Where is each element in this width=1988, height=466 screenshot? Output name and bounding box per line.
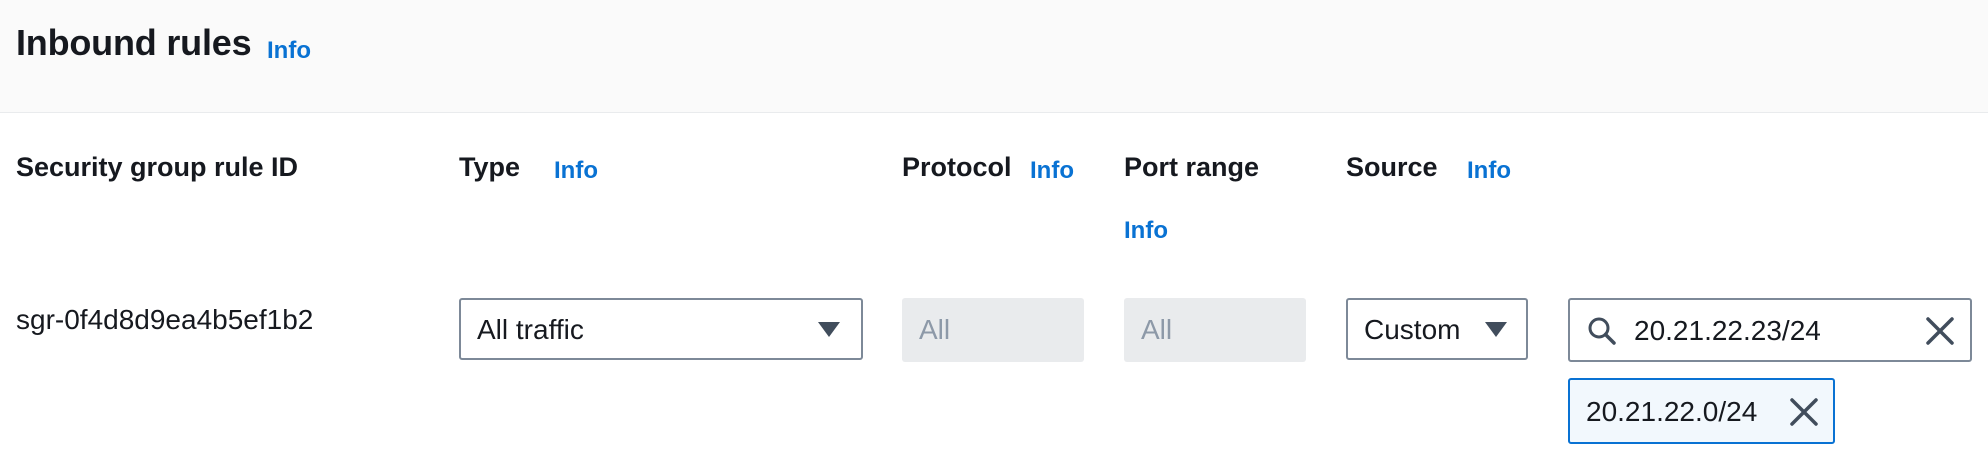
caret-down-icon — [1485, 322, 1507, 337]
type-info-link[interactable]: Info — [554, 157, 598, 185]
security-group-rule-id: sgr-0f4d8d9ea4b5ef1b2 — [16, 304, 314, 335]
source-type-value: Custom — [1364, 314, 1461, 345]
source-type-select[interactable]: Custom — [1346, 298, 1528, 360]
section-info-link[interactable]: Info — [267, 37, 311, 65]
port-range-info-link[interactable]: Info — [1124, 217, 1168, 245]
protocol-field: All — [902, 298, 1084, 362]
column-header-protocol: Protocol — [902, 152, 1012, 182]
column-header-port-range: Port range — [1124, 152, 1260, 182]
section-title: Inbound rules — [16, 22, 252, 63]
source-search-input[interactable]: 20.21.22.23/24 — [1568, 298, 1972, 362]
source-token-label: 20.21.22.0/24 — [1586, 396, 1758, 427]
type-select-value: All traffic — [477, 314, 584, 345]
source-info-link[interactable]: Info — [1467, 157, 1511, 185]
search-icon — [1588, 317, 1616, 345]
source-token: 20.21.22.0/24 — [1568, 378, 1835, 444]
port-range-field: All — [1124, 298, 1306, 362]
close-icon[interactable] — [1924, 315, 1956, 347]
column-header-rule-id: Security group rule ID — [16, 152, 299, 182]
section-header: Inbound rules Info — [0, 0, 1988, 113]
source-search-value: 20.21.22.23/24 — [1634, 315, 1821, 346]
type-select[interactable]: All traffic — [459, 298, 863, 360]
column-header-source: Source — [1346, 152, 1438, 182]
column-header-type: Type — [459, 152, 521, 182]
close-icon[interactable] — [1788, 396, 1820, 428]
protocol-info-link[interactable]: Info — [1030, 157, 1074, 185]
protocol-value: All — [919, 314, 951, 345]
caret-down-icon — [818, 322, 840, 337]
port-range-value: All — [1141, 314, 1173, 345]
